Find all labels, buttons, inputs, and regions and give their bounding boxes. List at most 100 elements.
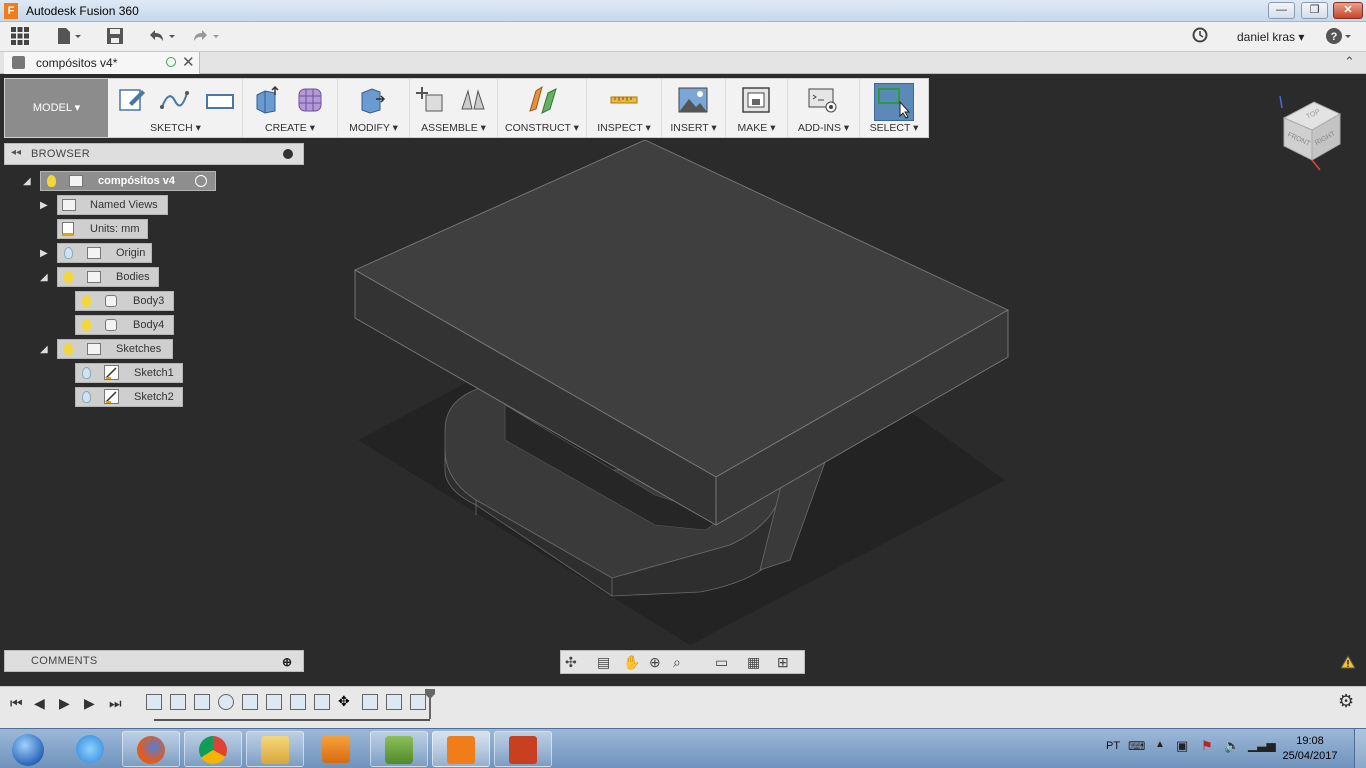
user-account-menu[interactable]: daniel kras ▾ [1237, 30, 1304, 44]
timeline-extrude-feature[interactable] [242, 694, 258, 710]
timeline-settings-gear-icon[interactable]: ⚙ [1338, 691, 1354, 712]
tray-app-icon[interactable]: ▣ [1176, 738, 1188, 754]
tree-item-sketches[interactable]: Sketches [57, 339, 173, 359]
taskbar-file-explorer[interactable] [246, 731, 304, 767]
make-label[interactable]: MAKE ▾ [726, 122, 787, 134]
warning-icon[interactable] [1340, 655, 1356, 672]
action-center-flag-icon[interactable]: ⚑ [1201, 738, 1213, 754]
add-ins-group[interactable]: ADD-INS ▾ [788, 79, 860, 137]
visibility-bulb-icon[interactable] [47, 175, 56, 187]
sketch-group[interactable]: SKETCH ▾ [109, 79, 243, 137]
help-icon[interactable]: ? [1325, 27, 1353, 47]
new-component-icon[interactable] [416, 85, 446, 115]
press-pull-icon[interactable] [356, 85, 386, 115]
select-label[interactable]: SELECT ▾ [860, 122, 928, 134]
measure-icon[interactable] [609, 85, 639, 115]
timeline-move-feature[interactable]: ✥ [338, 694, 354, 710]
timeline-extrude-feature[interactable] [314, 694, 330, 710]
model-viewport[interactable] [300, 140, 1040, 650]
grid-settings-icon[interactable]: ▦ [747, 654, 760, 671]
origin-expand-toggle[interactable]: ▶ [40, 248, 48, 259]
browser-panel-header[interactable]: ◂◂ BROWSER [4, 143, 304, 165]
redo-icon[interactable] [190, 27, 222, 47]
zoom-icon[interactable]: ⊕ [649, 654, 661, 671]
timeline-extrude-feature[interactable] [410, 694, 426, 710]
volume-icon[interactable]: 🔈 [1224, 738, 1240, 754]
visibility-bulb-icon[interactable] [64, 343, 73, 355]
show-hidden-icons-icon[interactable]: ▲ [1155, 739, 1165, 750]
collapse-tabs-chevron-icon[interactable]: ⌃ [1344, 54, 1355, 70]
data-panel-grid-icon[interactable] [11, 27, 29, 47]
viewcube[interactable]: TOP FRONT RIGHT [1276, 94, 1346, 174]
modify-group[interactable]: MODIFY ▾ [338, 79, 410, 137]
make-group[interactable]: MAKE ▾ [726, 79, 788, 137]
network-signal-icon[interactable]: ▁▃▅ [1248, 738, 1276, 752]
job-status-clock-icon[interactable] [1192, 27, 1208, 47]
named-views-expand-toggle[interactable]: ▶ [40, 200, 48, 211]
joint-icon[interactable] [458, 85, 488, 115]
fit-zoom-icon[interactable]: ⌕ [673, 654, 681, 671]
tree-item-bodies[interactable]: Bodies [57, 267, 159, 287]
maximize-button[interactable]: ❐ [1301, 2, 1328, 19]
viewports-icon[interactable]: ⊞ [777, 654, 789, 671]
sketches-collapse-toggle[interactable]: ◢ [40, 344, 48, 355]
system-clock[interactable]: 19:08 25/04/2017 [1280, 734, 1340, 764]
look-at-icon[interactable]: ▤ [597, 654, 610, 671]
tree-item-sketch2[interactable]: Sketch2 [75, 387, 183, 407]
timeline-extrude-feature[interactable] [170, 694, 186, 710]
visibility-bulb-icon[interactable] [82, 367, 91, 379]
timeline-extrude-feature[interactable] [290, 694, 306, 710]
visibility-bulb-icon[interactable] [64, 247, 73, 259]
collapse-browser-icon[interactable]: ◂◂ [11, 147, 21, 158]
select-tool-highlight[interactable] [874, 83, 914, 121]
close-tab-icon[interactable]: ✕ [182, 53, 195, 71]
select-icon[interactable] [875, 84, 913, 120]
scripts-addins-icon[interactable] [808, 85, 838, 115]
file-menu-icon[interactable] [56, 27, 82, 47]
tree-item-named-views[interactable]: Named Views [57, 195, 168, 215]
play-icon[interactable]: ▶ [59, 695, 70, 712]
timeline-extrude-feature[interactable] [194, 694, 210, 710]
rectangle-icon[interactable] [205, 85, 235, 115]
timeline-extrude-feature[interactable] [266, 694, 282, 710]
add-ins-label[interactable]: ADD-INS ▾ [788, 122, 859, 134]
pan-hand-icon[interactable]: ✋ [623, 654, 640, 671]
previous-step-icon[interactable]: ◀ [34, 695, 45, 712]
select-group[interactable]: SELECT ▾ [860, 79, 928, 137]
form-icon[interactable] [295, 85, 325, 115]
inspect-label[interactable]: INSPECT ▾ [587, 122, 661, 134]
create-label[interactable]: CREATE ▾ [243, 122, 337, 134]
extrude-icon[interactable] [251, 85, 281, 115]
tree-item-body4[interactable]: Body4 [75, 315, 174, 335]
timeline-sketch-feature[interactable] [146, 694, 162, 710]
timeline-fillet-feature[interactable] [218, 694, 234, 710]
timeline-extrude-feature[interactable] [362, 694, 378, 710]
visibility-bulb-icon[interactable] [82, 295, 91, 307]
taskbar-powerpoint[interactable] [494, 731, 552, 767]
comments-panel[interactable]: COMMENTS ⊕ [4, 650, 304, 672]
activate-radio-icon[interactable] [195, 175, 207, 187]
show-desktop-button[interactable] [1354, 729, 1366, 768]
minimize-button[interactable]: — [1268, 2, 1295, 19]
undo-icon[interactable] [146, 27, 178, 47]
tree-item-units[interactable]: Units: mm [57, 219, 148, 239]
input-language-indicator[interactable]: PT [1106, 740, 1120, 752]
visibility-bulb-icon[interactable] [82, 391, 91, 403]
start-button[interactable] [0, 731, 56, 767]
taskbar-android-studio[interactable] [370, 731, 428, 767]
go-to-end-icon[interactable]: ⏭ [109, 695, 122, 712]
next-step-icon[interactable]: ▶ [84, 695, 95, 712]
visibility-bulb-icon[interactable] [82, 319, 91, 331]
add-comment-icon[interactable]: ⊕ [282, 655, 292, 669]
sketch-label[interactable]: SKETCH ▾ [109, 122, 242, 134]
create-sketch-icon[interactable] [117, 85, 147, 115]
insert-group[interactable]: INSERT ▾ [662, 79, 726, 137]
workspace-mode-button[interactable]: MODEL ▾ [5, 79, 108, 137]
assemble-group[interactable]: ASSEMBLE ▾ [410, 79, 498, 137]
browser-minimize-icon[interactable] [283, 149, 293, 159]
timeline-sketch-feature[interactable] [386, 694, 402, 710]
spline-icon[interactable] [159, 85, 189, 115]
taskbar-internet-explorer[interactable] [62, 731, 120, 767]
insert-label[interactable]: INSERT ▾ [662, 122, 725, 134]
tree-item-body3[interactable]: Body3 [75, 291, 174, 311]
